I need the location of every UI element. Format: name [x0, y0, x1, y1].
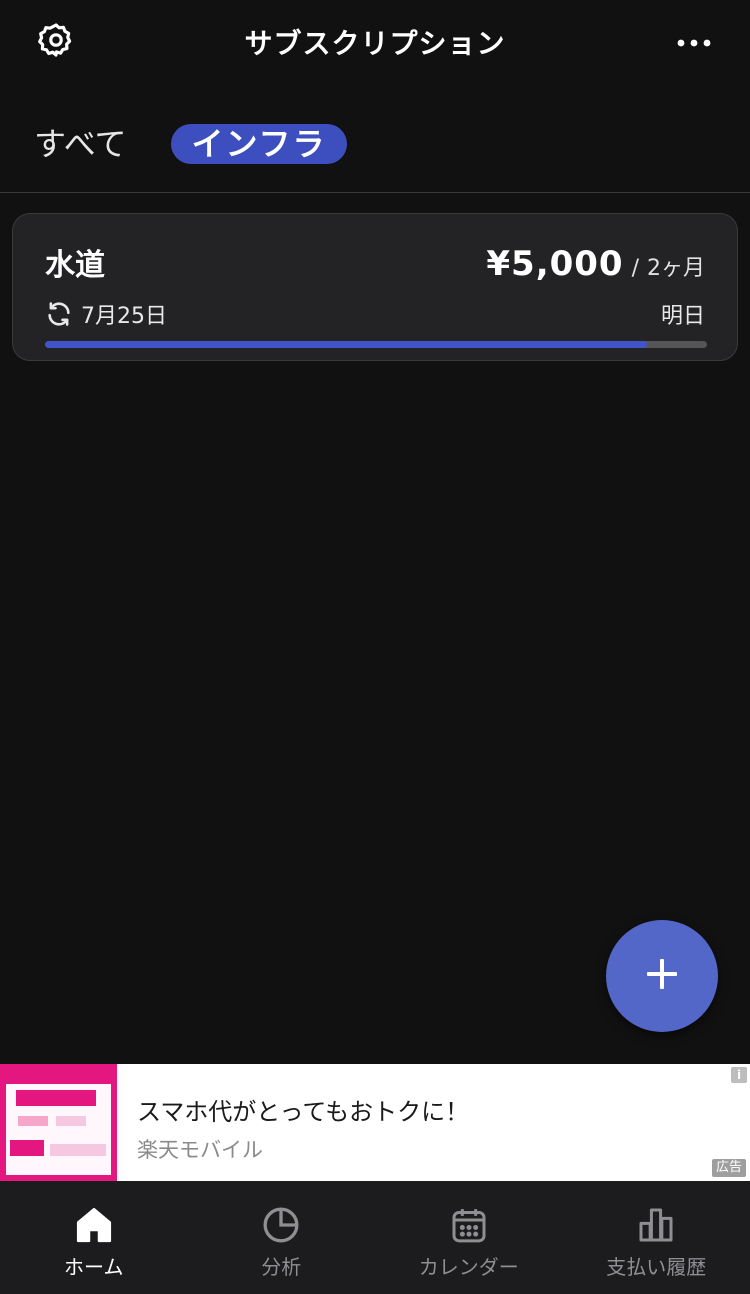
add-subscription-button[interactable]	[606, 920, 718, 1032]
ad-advertiser[interactable]: 楽天モバイル	[137, 1134, 263, 1164]
price-separator: /	[631, 256, 639, 281]
bottom-nav: ホーム 分析 カレンダー 支払い履歴	[0, 1181, 750, 1294]
subscription-price: ¥5,000	[486, 244, 624, 284]
nav-item-calendar[interactable]: カレンダー	[375, 1181, 563, 1294]
nav-label-calendar: カレンダー	[418, 1255, 519, 1279]
billing-progress-bar	[45, 341, 707, 348]
nav-label-payment-history: 支払い履歴	[606, 1255, 707, 1279]
nav-item-analysis[interactable]: 分析	[188, 1181, 376, 1294]
more-dots-icon	[677, 33, 711, 52]
calendar-icon	[447, 1203, 491, 1247]
billing-progress-fill	[45, 341, 648, 348]
category-tabs: すべて インフラ	[0, 120, 750, 168]
subscription-name: 水道	[45, 248, 105, 283]
home-icon	[72, 1203, 116, 1247]
header: サブスクリプション	[0, 0, 750, 84]
nav-item-payment-history[interactable]: 支払い履歴	[563, 1181, 750, 1294]
app-root: サブスクリプション すべて インフラ 水道 ¥5,000 / 2ヶ月 7月25日…	[0, 0, 750, 1294]
more-button[interactable]	[672, 20, 716, 64]
billing-period: 2ヶ月	[647, 256, 705, 281]
ad-title[interactable]: スマホ代がとってもおトクに！	[137, 1092, 469, 1127]
due-label: 明日	[660, 304, 705, 329]
plus-icon	[645, 957, 679, 995]
renewal-date: 7月25日	[81, 304, 167, 329]
page-title: サブスクリプション	[244, 27, 506, 60]
bar-chart-icon	[634, 1203, 678, 1247]
tab-all[interactable]: すべて	[34, 124, 126, 164]
refresh-icon	[45, 300, 73, 328]
ad-thumbnail-image	[6, 1070, 111, 1175]
ad-banner[interactable]: スマホ代がとってもおトクに！ 楽天モバイル i 広告	[0, 1064, 750, 1181]
ad-badge: 広告	[711, 1159, 746, 1177]
ad-info-icon[interactable]: i	[731, 1067, 747, 1083]
price-group: ¥5,000 / 2ヶ月	[486, 244, 705, 284]
subscription-card[interactable]: 水道 ¥5,000 / 2ヶ月 7月25日 明日	[12, 213, 738, 361]
ad-thumbnail[interactable]	[0, 1064, 117, 1181]
renewal-row: 7月25日	[45, 298, 167, 330]
divider	[0, 192, 750, 193]
nav-label-home: ホーム	[64, 1255, 124, 1279]
nav-label-analysis: 分析	[261, 1255, 302, 1279]
tab-infra[interactable]: インフラ	[171, 124, 347, 164]
pie-chart-icon	[259, 1203, 303, 1247]
nav-item-home[interactable]: ホーム	[0, 1181, 188, 1294]
